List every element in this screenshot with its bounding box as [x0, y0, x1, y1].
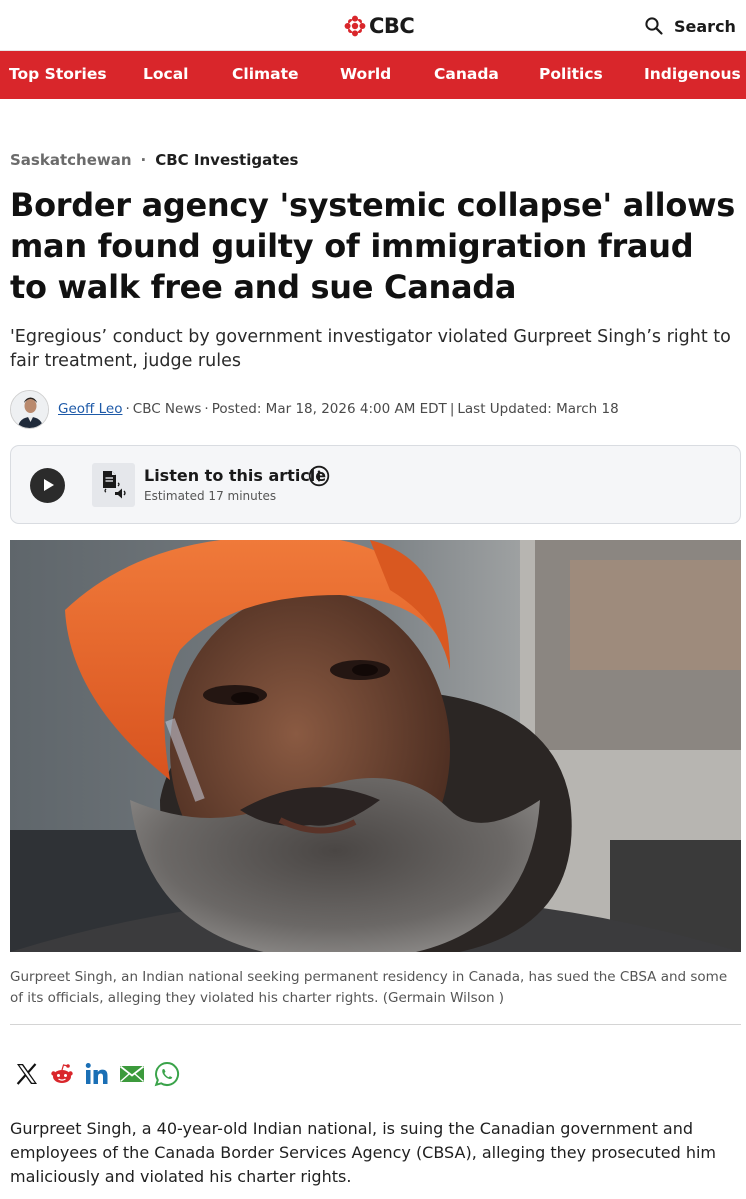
nav-item-canada[interactable]: Canada — [434, 65, 499, 83]
author-photo — [11, 390, 48, 428]
nav-item-indigenous[interactable]: Indigenous — [644, 65, 741, 83]
reddit-icon[interactable] — [49, 1061, 75, 1087]
byline: Geoff Leo · CBC News · Posted: Mar 18, 2… — [10, 389, 619, 429]
breadcrumb-subsection[interactable]: CBC Investigates — [155, 151, 298, 169]
listen-estimate: Estimated 17 minutes — [144, 489, 277, 503]
byline-dot-2: · — [204, 401, 209, 417]
share-bar — [14, 1059, 189, 1089]
document-audio-icon — [92, 463, 135, 507]
nav-item-world[interactable]: World — [340, 65, 391, 83]
article-headline: Border agency 'systemic collapse' allows… — [10, 186, 736, 306]
breadcrumb: Saskatchewan · CBC Investigates — [10, 151, 299, 169]
nav-item-local[interactable]: Local — [143, 65, 189, 83]
photo-caption: Gurpreet Singh, an Indian national seeki… — [10, 969, 728, 1006]
nav-item-climate[interactable]: Climate — [232, 65, 299, 83]
linkedin-icon[interactable] — [84, 1061, 110, 1087]
search-button[interactable]: Search — [644, 14, 736, 38]
author-link[interactable]: Geoff Leo — [58, 401, 122, 417]
search-label: Search — [674, 16, 736, 36]
site-header: CBC Search — [0, 0, 746, 51]
breadcrumb-separator: · — [140, 151, 147, 169]
byline-updated: Last Updated: March 18 — [457, 401, 619, 417]
nav-item-top-stories[interactable]: Top Stories — [9, 65, 107, 83]
info-icon[interactable] — [308, 465, 330, 487]
listen-to-article-panel: Listen to this article Estimated 17 minu… — [10, 445, 741, 524]
email-icon[interactable] — [119, 1061, 145, 1087]
logo-text: CBC — [369, 14, 415, 38]
article-photo[interactable] — [10, 540, 741, 952]
search-icon — [645, 17, 663, 35]
x-icon[interactable] — [14, 1061, 40, 1087]
author-avatar[interactable] — [10, 389, 49, 429]
article-deck: 'Egregious’ conduct by government invest… — [10, 327, 731, 371]
listen-title[interactable]: Listen to this article — [144, 466, 326, 485]
byline-dot: · — [125, 401, 130, 417]
divider — [10, 1024, 741, 1025]
byline-outlet: CBC News — [132, 401, 202, 417]
main-nav: Top Stories Local Climate World Canada P… — [0, 51, 746, 99]
byline-posted: Posted: Mar 18, 2026 4:00 AM EDT — [211, 401, 447, 417]
article-paragraph: Gurpreet Singh, a 40-year-old Indian nat… — [10, 1119, 717, 1186]
cbc-logo[interactable]: CBC — [344, 13, 415, 39]
portrait-image — [10, 540, 741, 952]
play-icon[interactable] — [30, 468, 65, 503]
byline-pipe: | — [449, 401, 455, 417]
breadcrumb-section[interactable]: Saskatchewan — [10, 151, 132, 169]
cbc-gem-icon — [344, 15, 366, 37]
nav-item-politics[interactable]: Politics — [539, 65, 603, 83]
whatsapp-icon[interactable] — [154, 1061, 180, 1087]
